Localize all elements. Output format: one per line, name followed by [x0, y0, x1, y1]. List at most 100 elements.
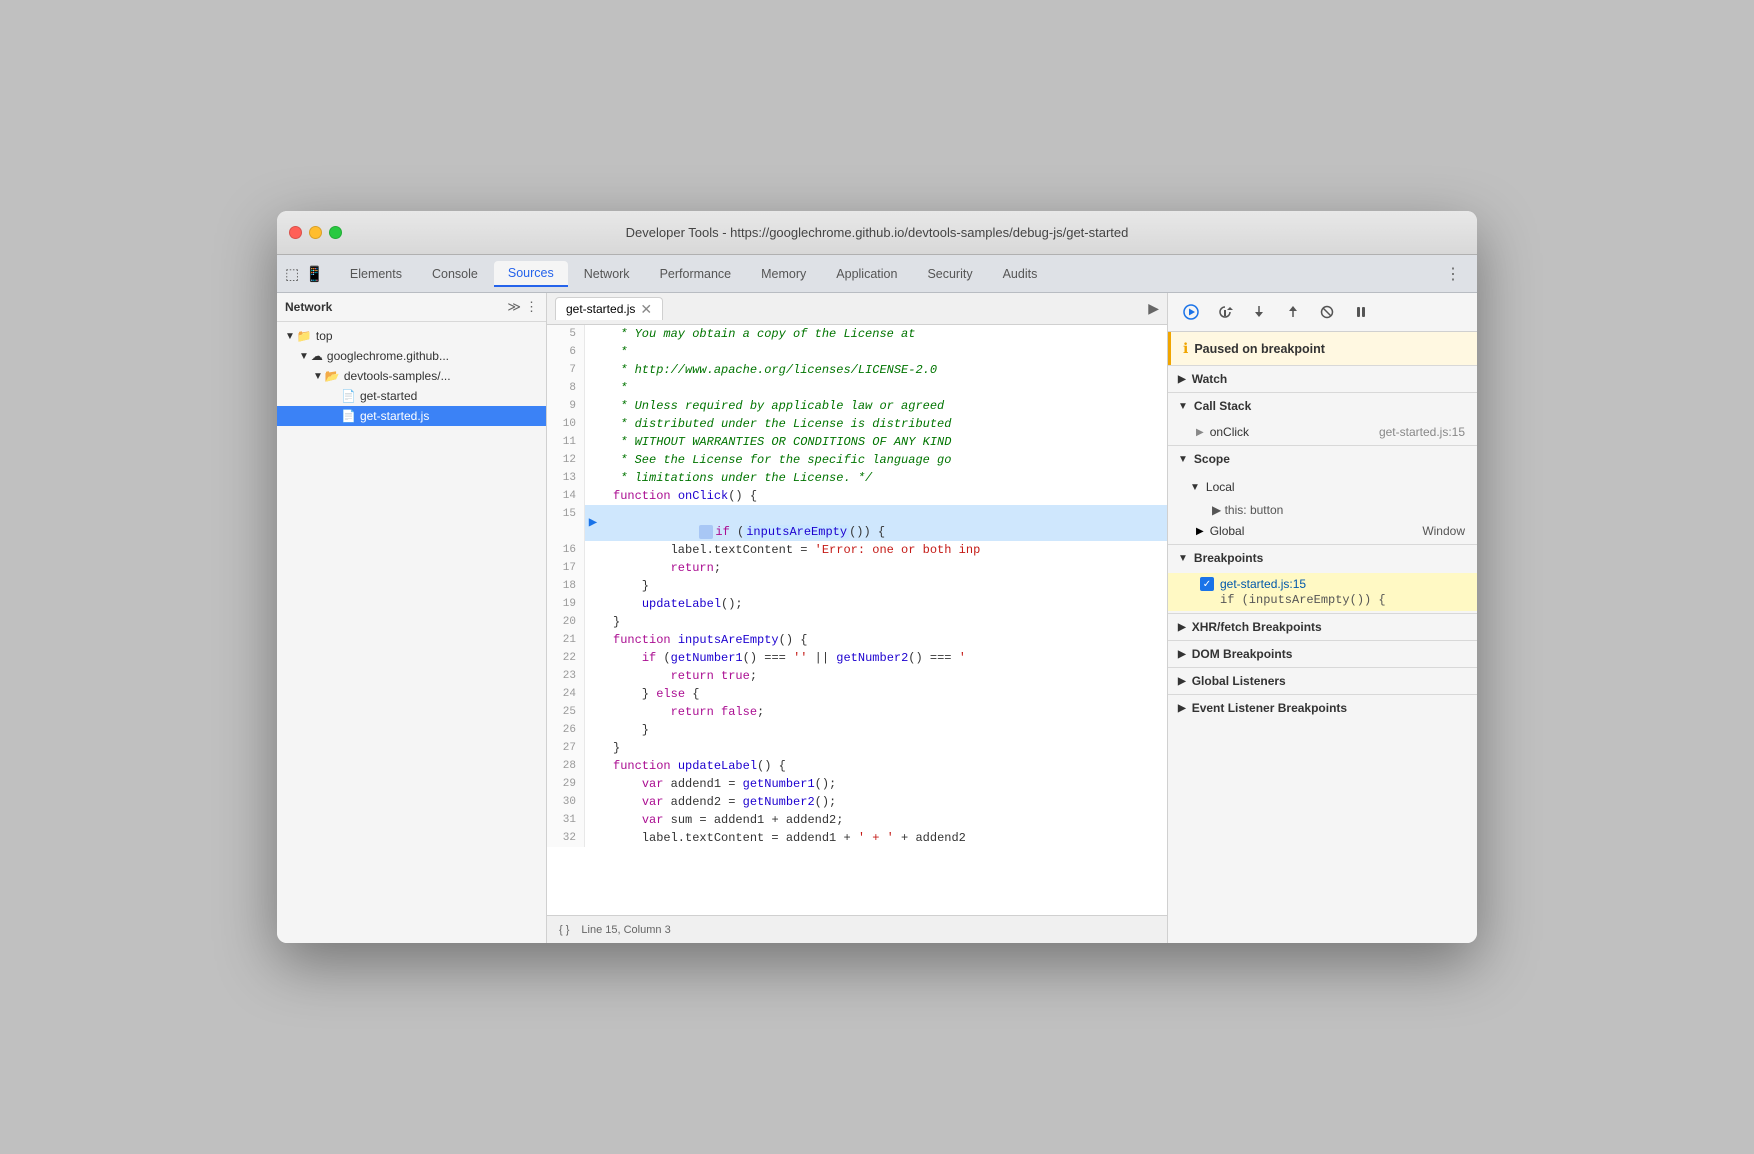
- tab-elements[interactable]: Elements: [336, 262, 416, 286]
- inspect-icon[interactable]: ⬚: [285, 265, 299, 283]
- code-line-25: 25 return false;: [547, 703, 1167, 721]
- file-panel-header: Network ≫ ⋮: [277, 293, 546, 322]
- code-line-16: 16 label.textContent = 'Error: one or bo…: [547, 541, 1167, 559]
- code-line-26: 26 }: [547, 721, 1167, 739]
- breakpoints-arrow-icon: ▼: [1178, 553, 1188, 564]
- breakpoint-banner: ℹ Paused on breakpoint: [1168, 332, 1477, 365]
- tab-audits[interactable]: Audits: [989, 262, 1052, 286]
- deactivate-breakpoints-button[interactable]: [1314, 299, 1340, 325]
- code-line-18: 18 }: [547, 577, 1167, 595]
- code-line-12: 12 * See the License for the specific la…: [547, 451, 1167, 469]
- breakpoint-checkbox[interactable]: ✓: [1200, 577, 1214, 591]
- watch-label: Watch: [1192, 372, 1228, 386]
- local-arrow-icon: ▼: [1190, 482, 1200, 493]
- tree-item-get-started-js[interactable]: 📄 get-started.js: [277, 406, 546, 426]
- code-line-9: 9 * Unless required by applicable law or…: [547, 397, 1167, 415]
- local-scope-header[interactable]: ▼ Local: [1168, 474, 1477, 500]
- global-listeners-label: Global Listeners: [1192, 674, 1286, 688]
- breakpoint-banner-text: Paused on breakpoint: [1194, 342, 1325, 356]
- file-panel-label: Network: [285, 300, 332, 314]
- code-line-8: 8 *: [547, 379, 1167, 397]
- scope-this-item: ▶ this: button: [1168, 500, 1477, 520]
- code-line-30: 30 var addend2 = getNumber2();: [547, 793, 1167, 811]
- event-listener-arrow-icon: ▶: [1178, 703, 1186, 714]
- resume-button[interactable]: [1178, 299, 1204, 325]
- tree-item-get-started[interactable]: 📄 get-started: [277, 386, 546, 406]
- global-arrow-icon: ▶: [1196, 526, 1204, 537]
- window-title: Developer Tools - https://googlechrome.g…: [626, 225, 1129, 240]
- event-listener-section-header[interactable]: ▶ Event Listener Breakpoints: [1168, 694, 1477, 721]
- callstack-item-onclick[interactable]: ▶ onClick get-started.js:15: [1168, 421, 1477, 443]
- device-icon[interactable]: 📱: [305, 265, 324, 283]
- code-line-21: 21 function inputsAreEmpty() {: [547, 631, 1167, 649]
- tab-application[interactable]: Application: [822, 262, 911, 286]
- code-line-13: 13 * limitations under the License. */: [547, 469, 1167, 487]
- code-position: Line 15, Column 3: [581, 924, 670, 936]
- traffic-lights: [289, 226, 342, 239]
- close-button[interactable]: [289, 226, 302, 239]
- expand-all-icon[interactable]: ≫: [507, 299, 521, 315]
- code-line-29: 29 var addend1 = getNumber1();: [547, 775, 1167, 793]
- scope-section-header[interactable]: ▼ Scope: [1168, 445, 1477, 472]
- tree-item-github[interactable]: ▼ ☁ googlechrome.github...: [277, 346, 546, 366]
- code-line-23: 23 return true;: [547, 667, 1167, 685]
- code-line-14: 14 function onClick() {: [547, 487, 1167, 505]
- global-listeners-section-header[interactable]: ▶ Global Listeners: [1168, 667, 1477, 694]
- tab-bar-icons: ⬚ 📱: [285, 265, 324, 283]
- scope-label: Scope: [1194, 452, 1230, 466]
- tab-console[interactable]: Console: [418, 262, 492, 286]
- xhr-section-header[interactable]: ▶ XHR/fetch Breakpoints: [1168, 613, 1477, 640]
- tab-performance[interactable]: Performance: [646, 262, 746, 286]
- tab-sources[interactable]: Sources: [494, 261, 568, 287]
- file-panel-icons: ≫ ⋮: [507, 299, 538, 315]
- tab-memory[interactable]: Memory: [747, 262, 820, 286]
- watch-arrow-icon: ▶: [1178, 374, 1186, 385]
- code-line-7: 7 * http://www.apache.org/licenses/LICEN…: [547, 361, 1167, 379]
- breakpoints-content: ✓ get-started.js:15 if (inputsAreEmpty()…: [1168, 571, 1477, 613]
- file-panel: Network ≫ ⋮ ▼ 📁 top ▼ ☁ googlechrome.git…: [277, 293, 547, 943]
- scope-arrow-icon: ▼: [1178, 454, 1188, 465]
- breakpoints-section-header[interactable]: ▼ Breakpoints: [1168, 544, 1477, 571]
- code-tab-close[interactable]: ✕: [640, 302, 652, 316]
- format-icon[interactable]: { }: [559, 924, 569, 936]
- code-line-24: 24 } else {: [547, 685, 1167, 703]
- code-tab-get-started-js[interactable]: get-started.js ✕: [555, 297, 663, 320]
- callstack-section-header[interactable]: ▼ Call Stack: [1168, 392, 1477, 419]
- watch-section-header[interactable]: ▶ Watch: [1168, 365, 1477, 392]
- dom-label: DOM Breakpoints: [1192, 647, 1293, 661]
- global-listeners-arrow-icon: ▶: [1178, 676, 1186, 687]
- tab-security[interactable]: Security: [913, 262, 986, 286]
- step-over-button[interactable]: [1212, 299, 1238, 325]
- breakpoint-item-15: ✓ get-started.js:15 if (inputsAreEmpty()…: [1168, 573, 1477, 611]
- callstack-arrow-icon: ▼: [1178, 401, 1188, 412]
- step-out-button[interactable]: [1280, 299, 1306, 325]
- code-panel-header: get-started.js ✕ ▶: [547, 293, 1167, 325]
- code-line-27: 27 }: [547, 739, 1167, 757]
- minimize-button[interactable]: [309, 226, 322, 239]
- dom-section-header[interactable]: ▶ DOM Breakpoints: [1168, 640, 1477, 667]
- code-line-32: 32 label.textContent = addend1 + ' + ' +…: [547, 829, 1167, 847]
- code-area[interactable]: 5 * You may obtain a copy of the License…: [547, 325, 1167, 915]
- code-line-11: 11 * WITHOUT WARRANTIES OR CONDITIONS OF…: [547, 433, 1167, 451]
- step-into-button[interactable]: [1246, 299, 1272, 325]
- callstack-label: Call Stack: [1194, 399, 1251, 413]
- tab-network[interactable]: Network: [570, 262, 644, 286]
- more-tabs-button[interactable]: ⋮: [1437, 260, 1469, 288]
- code-line-19: 19 updateLabel();: [547, 595, 1167, 613]
- callstack-fn-name: onClick: [1210, 425, 1249, 439]
- tree-item-top[interactable]: ▼ 📁 top: [277, 326, 546, 346]
- global-scope-row[interactable]: ▶ Global Window: [1168, 520, 1477, 542]
- code-line-10: 10 * distributed under the License is di…: [547, 415, 1167, 433]
- tab-bar: ⬚ 📱 Elements Console Sources Network Per…: [277, 255, 1477, 293]
- event-listener-label: Event Listener Breakpoints: [1192, 701, 1347, 715]
- more-options-icon[interactable]: ⋮: [525, 299, 538, 315]
- navigate-right-icon[interactable]: ▶: [1148, 300, 1159, 317]
- info-icon: ℹ: [1183, 340, 1188, 357]
- file-tree: ▼ 📁 top ▼ ☁ googlechrome.github... ▼ 📂 d…: [277, 322, 546, 943]
- pause-on-exception-button[interactable]: [1348, 299, 1374, 325]
- callstack-fn-loc: get-started.js:15: [1379, 425, 1465, 439]
- debugger-toolbar: [1168, 293, 1477, 332]
- code-line-31: 31 var sum = addend1 + addend2;: [547, 811, 1167, 829]
- tree-item-devtools[interactable]: ▼ 📂 devtools-samples/...: [277, 366, 546, 386]
- maximize-button[interactable]: [329, 226, 342, 239]
